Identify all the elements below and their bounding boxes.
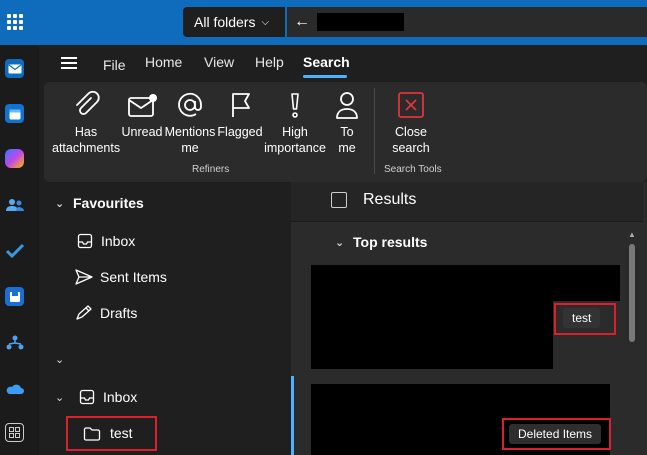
account-header-collapsed[interactable]: ⌄	[55, 353, 73, 366]
folder-label: Drafts	[100, 305, 138, 321]
todo-app-icon[interactable]	[5, 241, 24, 260]
folder-inbox[interactable]: ⌄ Inbox	[55, 389, 137, 405]
highlight-box-deleted-items-tag	[502, 418, 611, 450]
tab-file[interactable]: File	[103, 57, 126, 73]
highlight-box-test-folder	[66, 416, 157, 451]
search-ribbon: Has attachments Unread Mentions me Flagg…	[44, 82, 647, 182]
app-launcher-icon[interactable]	[7, 14, 23, 30]
close-search-icon	[398, 92, 424, 118]
search-tools-group-label: Search Tools	[384, 164, 442, 175]
mail-app-icon[interactable]	[5, 59, 24, 78]
search-scope-dropdown[interactable]: All folders ⌵	[183, 7, 285, 37]
results-header: Results	[291, 182, 643, 222]
mentions-me-label-2: me	[181, 141, 199, 155]
scroll-up-arrow-icon[interactable]: ▲	[628, 230, 636, 239]
paperclip-icon	[76, 90, 100, 115]
folder-label: Inbox	[101, 233, 136, 249]
close-search-label-2: search	[392, 141, 430, 155]
selected-item-indicator	[291, 376, 294, 455]
copilot-app-icon[interactable]	[5, 149, 24, 168]
results-title: Results	[363, 191, 417, 208]
folder-label: Inbox	[103, 389, 138, 405]
mentions-me-button[interactable]: Mentions me	[164, 90, 216, 156]
select-all-checkbox[interactable]	[331, 192, 347, 208]
active-tab-indicator	[303, 75, 347, 78]
chevron-down-icon: ⌵	[261, 16, 270, 28]
app-rail	[0, 45, 39, 455]
mentions-me-label-1: Mentions	[164, 125, 216, 139]
folder-favourite-inbox[interactable]: Inbox	[77, 233, 135, 249]
chevron-down-icon: ⌄	[55, 391, 65, 404]
has-attachments-label-1: Has	[74, 125, 98, 139]
tab-home[interactable]: Home	[145, 54, 182, 70]
tab-help[interactable]: Help	[255, 54, 284, 70]
to-me-label-1: To	[340, 125, 354, 139]
unread-button[interactable]: Unread	[120, 90, 164, 140]
hamburger-menu-icon[interactable]	[61, 57, 77, 69]
flagged-label: Flagged	[217, 125, 263, 139]
high-importance-button[interactable]: High importance	[264, 90, 326, 156]
chevron-down-icon: ⌄	[55, 197, 65, 210]
folder-label: Sent Items	[100, 269, 167, 285]
has-attachments-label-2: attachments	[52, 141, 121, 155]
org-explorer-app-icon[interactable]	[5, 333, 24, 352]
onedrive-save-app-icon[interactable]	[5, 287, 24, 306]
ribbon-separator	[374, 88, 375, 174]
inbox-icon	[79, 389, 95, 405]
send-icon	[75, 269, 93, 285]
back-arrow-icon[interactable]: ←	[287, 13, 317, 31]
menu-bar: File Home View Help Search	[39, 45, 647, 81]
folder-pane: ⌄ Favourites Inbox Sent Items Drafts ⌄ ⌄…	[39, 182, 291, 455]
has-attachments-button[interactable]: Has attachments	[52, 90, 120, 156]
unread-label: Unread	[121, 125, 163, 139]
folder-sent-items[interactable]: Sent Items	[75, 269, 167, 285]
folder-drafts[interactable]: Drafts	[75, 305, 137, 321]
person-icon	[336, 92, 358, 119]
search-box[interactable]: ←	[287, 7, 647, 37]
top-results-header[interactable]: ⌄ Top results	[335, 234, 427, 250]
at-icon	[178, 92, 202, 117]
high-importance-label-1: High	[282, 125, 308, 139]
favourites-label: Favourites	[73, 195, 144, 211]
refiners-group-label: Refiners	[192, 164, 230, 175]
flag-icon	[232, 93, 250, 117]
search-scope-label: All folders	[194, 14, 256, 30]
chevron-down-icon: ⌄	[335, 236, 345, 249]
top-results-label: Top results	[353, 234, 428, 250]
results-scrollbar[interactable]	[629, 244, 635, 342]
favourites-header[interactable]: ⌄ Favourites	[55, 195, 144, 211]
top-bar: All folders ⌵ ←	[0, 0, 647, 45]
tab-view[interactable]: View	[204, 54, 234, 70]
exclamation-icon	[291, 93, 299, 118]
high-importance-label-2: importance	[264, 141, 326, 155]
to-me-button[interactable]: To me	[328, 90, 366, 156]
to-me-label-2: me	[338, 141, 356, 155]
close-search-label-1: Close	[395, 125, 427, 139]
inbox-icon	[77, 233, 93, 249]
tab-search[interactable]: Search	[303, 54, 350, 70]
more-apps-icon[interactable]	[5, 423, 24, 442]
onedrive-app-icon[interactable]	[5, 379, 24, 398]
envelope-dot-icon	[128, 94, 157, 117]
chevron-down-icon: ⌄	[55, 354, 65, 366]
results-pane: Results ⌄ Top results ▲ test Deleted Ite…	[291, 182, 647, 455]
search-input[interactable]	[317, 13, 637, 31]
close-search-button[interactable]: Close search	[384, 90, 438, 156]
flagged-button[interactable]: Flagged	[216, 90, 264, 140]
people-app-icon[interactable]	[5, 195, 24, 214]
pencil-icon	[76, 305, 92, 320]
highlight-box-test-tag	[554, 303, 616, 335]
calendar-app-icon[interactable]	[5, 104, 24, 123]
